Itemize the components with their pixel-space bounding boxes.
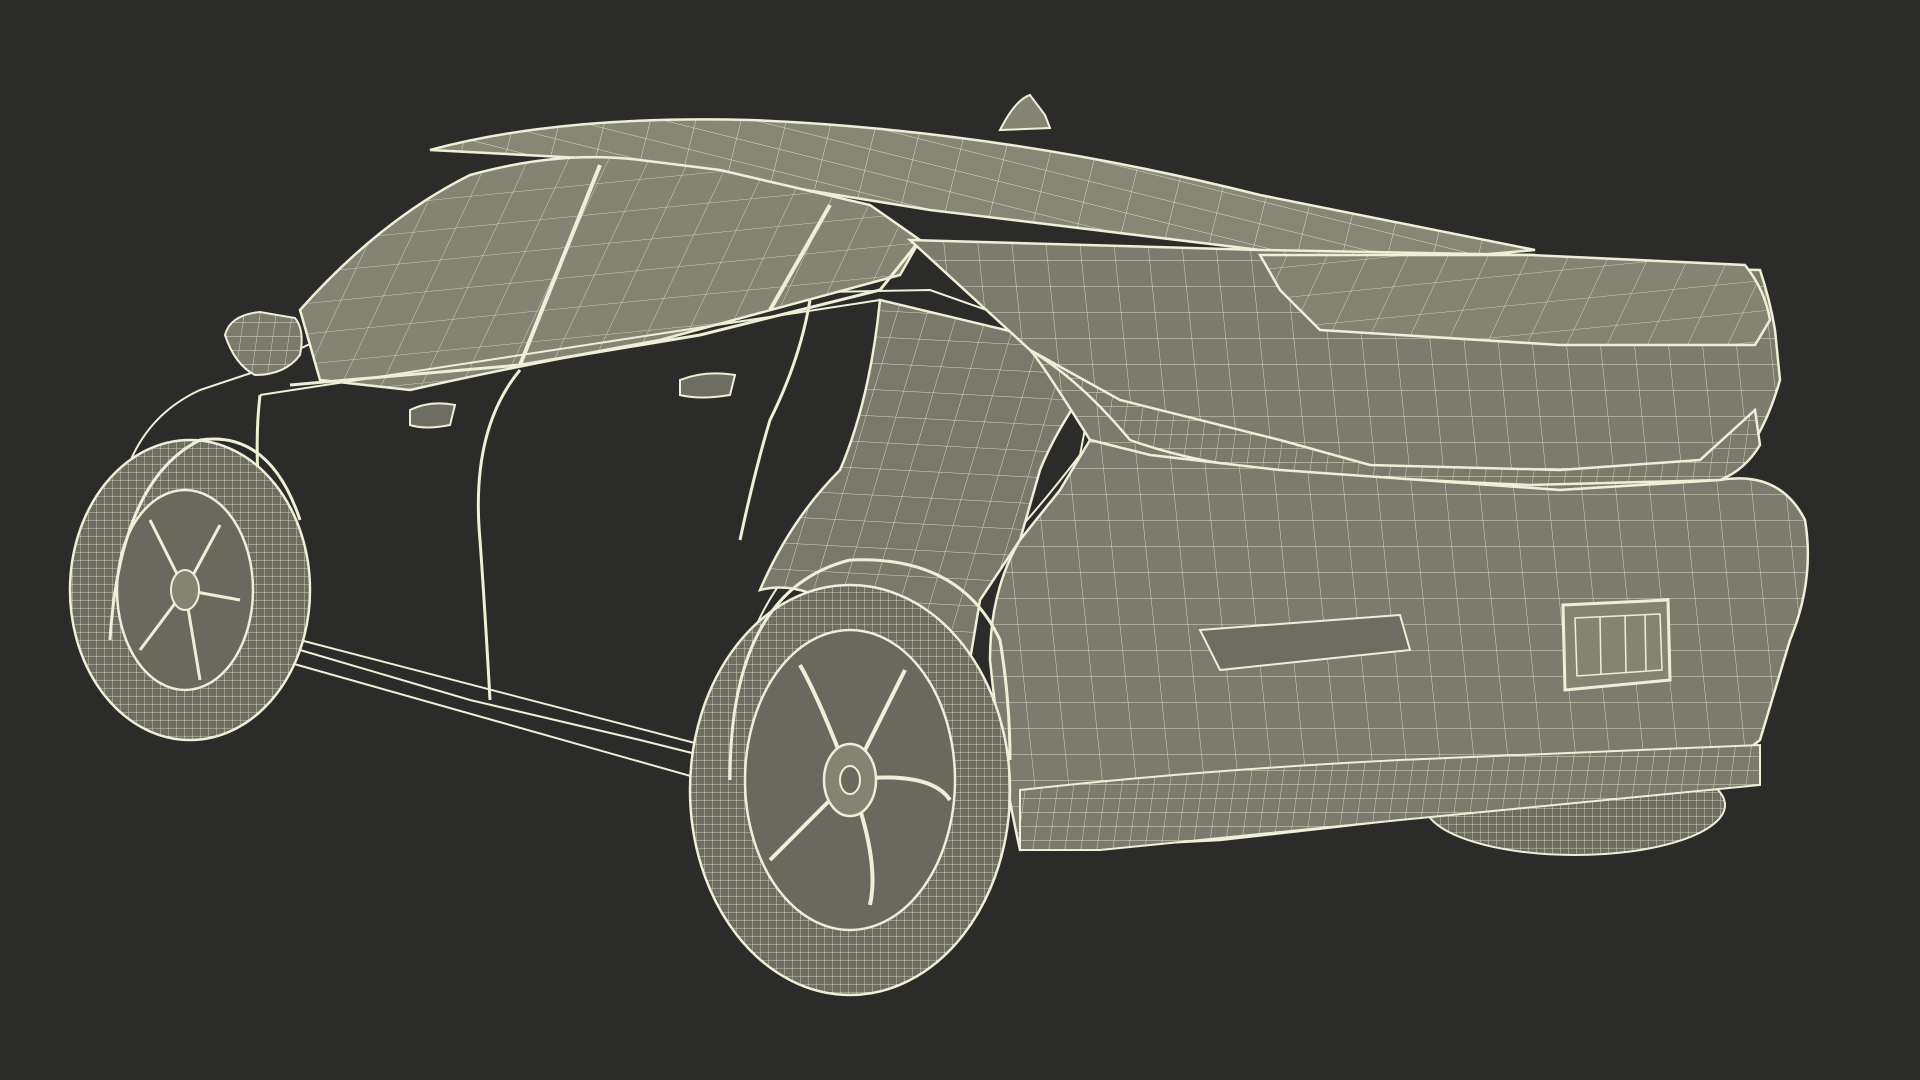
front-wheel: [68, 438, 312, 742]
render-viewport: [0, 0, 1920, 1080]
license-plate: [1561, 598, 1672, 692]
rear-bumper: [988, 438, 1810, 852]
door-handles: [409, 372, 737, 429]
car-wireframe-render: [68, 93, 1810, 997]
rear-wheel: [688, 583, 1012, 997]
side-mirror: [223, 310, 303, 377]
